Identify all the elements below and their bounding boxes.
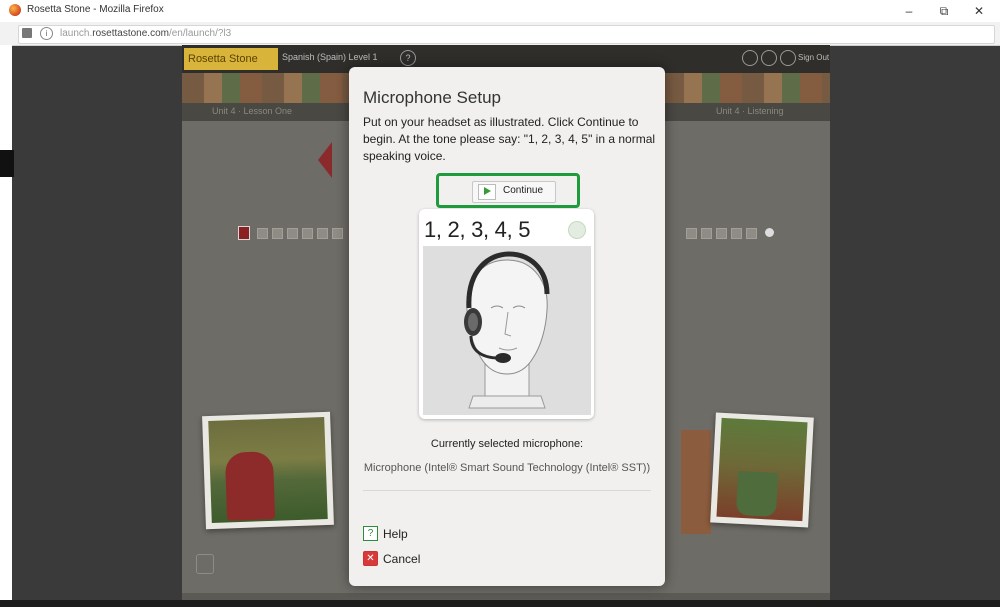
- progress-step[interactable]: [272, 228, 283, 239]
- dialog-title: Microphone Setup: [363, 88, 501, 107]
- left-page-strip: [0, 45, 12, 607]
- lesson-left-label[interactable]: Unit 4 · Lesson One: [212, 106, 292, 116]
- taskbar-strip: [0, 600, 1000, 607]
- dialog-instructions: Put on your headset as illustrated. Clic…: [363, 115, 656, 163]
- header-help-circle-icon[interactable]: [761, 50, 777, 66]
- cancel-link[interactable]: Cancel: [383, 552, 420, 566]
- progress-step[interactable]: [257, 228, 268, 239]
- help-link[interactable]: Help: [383, 527, 408, 541]
- close-button[interactable]: ✕: [968, 2, 990, 20]
- header-help-icon[interactable]: ?: [400, 50, 416, 66]
- rosetta-logo: Rosetta Stone: [184, 48, 278, 70]
- page-icon: [22, 28, 32, 38]
- progress-step[interactable]: [317, 228, 328, 239]
- headset-head-icon: [423, 246, 591, 415]
- progress-step[interactable]: [701, 228, 712, 239]
- cancel-icon[interactable]: ✕: [363, 551, 378, 566]
- notes-icon[interactable]: [196, 554, 214, 574]
- dialog-divider: [363, 490, 651, 491]
- window-title: Rosetta Stone - Mozilla Firefox: [27, 4, 164, 15]
- restore-button[interactable]: ⧉: [933, 2, 955, 20]
- minimize-button[interactable]: –: [898, 2, 920, 20]
- progress-step[interactable]: [332, 228, 343, 239]
- progress-end-marker[interactable]: [765, 228, 774, 237]
- header-settings-icon[interactable]: [742, 50, 758, 66]
- previous-arrow-icon[interactable]: [318, 142, 332, 178]
- progress-step[interactable]: [302, 228, 313, 239]
- site-info-icon[interactable]: i: [40, 27, 53, 40]
- phrase-to-speak: 1, 2, 3, 4, 5: [424, 217, 531, 242]
- progress-current-marker[interactable]: [238, 226, 250, 240]
- answer-photo-partial[interactable]: [681, 430, 711, 534]
- speaker-icon[interactable]: [568, 221, 586, 239]
- left-edge-tab: [0, 150, 14, 177]
- course-title: Spanish (Spain) Level 1: [282, 52, 378, 62]
- lesson-right-label[interactable]: Unit 4 · Listening: [716, 106, 784, 116]
- progress-step[interactable]: [731, 228, 742, 239]
- help-icon[interactable]: ?: [363, 526, 378, 541]
- current-microphone-name: Microphone (Intel® Smart Sound Technolog…: [363, 462, 651, 474]
- progress-step[interactable]: [686, 228, 697, 239]
- headset-illustration: [423, 246, 591, 415]
- photo-child-figure: [224, 451, 276, 521]
- progress-step[interactable]: [746, 228, 757, 239]
- sign-out-link[interactable]: Sign Out: [798, 53, 829, 62]
- url-text[interactable]: launch.rosettastone.com/en/launch/?l3: [60, 28, 231, 39]
- photo-green-pot: [735, 470, 779, 518]
- current-microphone-label: Currently selected microphone:: [430, 438, 584, 450]
- continue-highlight-box: [436, 173, 580, 208]
- progress-step[interactable]: [287, 228, 298, 239]
- progress-step[interactable]: [716, 228, 727, 239]
- header-user-icon[interactable]: [780, 50, 796, 66]
- firefox-icon: [9, 4, 21, 16]
